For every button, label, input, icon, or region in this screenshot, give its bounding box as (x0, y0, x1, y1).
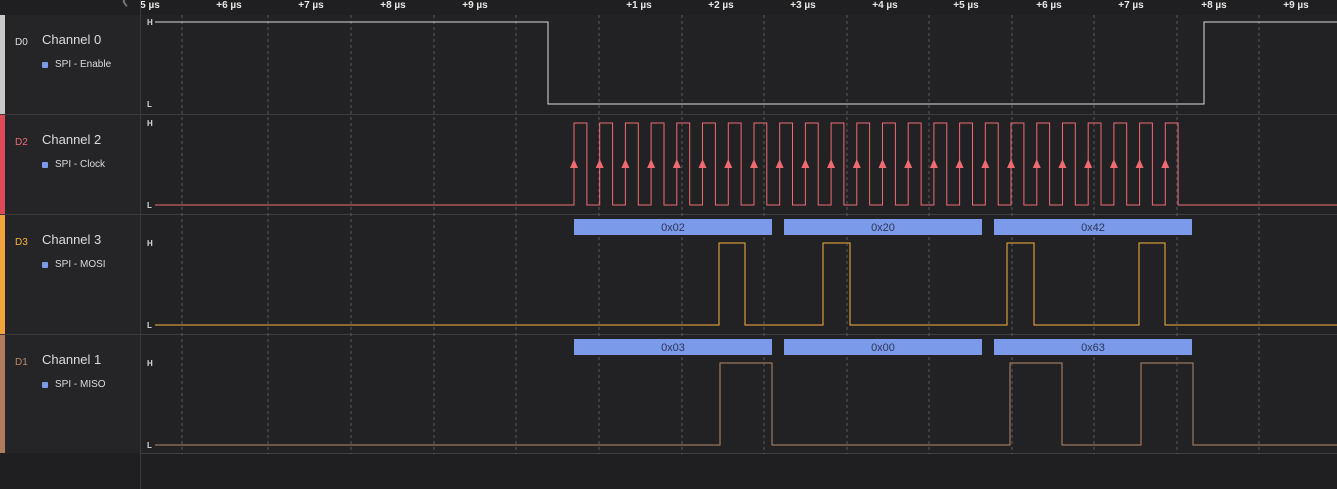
time-tick-label: +8 µs (1201, 0, 1227, 11)
time-ruler[interactable]: 5 µs +6 µs +7 µs +8 µs +9 µs +1 µs +2 µs +3 µs +… (140, 0, 1337, 15)
time-tick-label: 5 µs (140, 0, 160, 11)
channel-row-2[interactable]: D2 Channel 2 SPI - Clock (0, 115, 140, 215)
channel-color-stripe (0, 335, 5, 453)
time-tick-label: +3 µs (790, 0, 816, 11)
time-tick-label: +6 µs (216, 0, 242, 11)
row-bg-channel-0 (141, 15, 1337, 115)
row-bg-channel-2 (141, 115, 1337, 215)
channel-color-stripe (0, 15, 5, 114)
decoded-byte-label: 0x00 (871, 342, 895, 354)
decoded-byte-label: 0x03 (661, 342, 685, 354)
level-low-label: L (147, 441, 152, 450)
analyzer-name[interactable]: SPI - MISO (55, 379, 106, 390)
level-high-label: H (147, 359, 153, 368)
channel-id: D1 (15, 357, 28, 368)
level-low-label: L (147, 321, 152, 330)
analyzer-name[interactable]: SPI - Enable (55, 59, 111, 70)
decoded-byte-label: 0x02 (661, 222, 685, 234)
decoded-byte-label: 0x42 (1081, 222, 1105, 234)
channel-name[interactable]: Channel 0 (42, 32, 101, 47)
analyzer-color-icon (42, 62, 48, 68)
channel-color-stripe (0, 115, 5, 214)
channel-id: D3 (15, 237, 28, 248)
analyzer-color-icon (42, 262, 48, 268)
ruler-collapse-icon[interactable]: ❮ (121, 0, 129, 7)
analyzer-color-icon (42, 162, 48, 168)
channel-row-1[interactable]: D1 Channel 1 SPI - MISO (0, 335, 140, 454)
time-tick-label: +7 µs (298, 0, 324, 11)
time-tick-label: +4 µs (872, 0, 898, 11)
analyzer-color-icon (42, 382, 48, 388)
time-tick-label: +2 µs (708, 0, 734, 11)
channel-id: D2 (15, 137, 28, 148)
decoded-byte-label: 0x20 (871, 222, 895, 234)
level-high-label: H (147, 18, 153, 27)
level-low-label: L (147, 201, 152, 210)
waveform-area[interactable]: H L H L H L H L 0x02 0x20 0x42 0x03 0x00 0x63 (141, 15, 1337, 489)
time-tick-label: +5 µs (953, 0, 979, 11)
analyzer-name[interactable]: SPI - Clock (55, 159, 105, 170)
channel-label-panel: D0 Channel 0 SPI - Enable D2 Channel 2 S… (0, 15, 140, 489)
channel-row-0[interactable]: D0 Channel 0 SPI - Enable (0, 15, 140, 115)
decoded-byte-label: 0x63 (1081, 342, 1105, 354)
channel-row-3[interactable]: D3 Channel 3 SPI - MOSI (0, 215, 140, 335)
level-high-label: H (147, 119, 153, 128)
analyzer-name[interactable]: SPI - MOSI (55, 259, 106, 270)
time-tick-label: +9 µs (1283, 0, 1309, 11)
channel-name[interactable]: Channel 1 (42, 352, 101, 367)
channel-name[interactable]: Channel 2 (42, 132, 101, 147)
label-panel-empty-area (0, 453, 140, 489)
level-low-label: L (147, 100, 152, 109)
channel-name[interactable]: Channel 3 (42, 232, 101, 247)
time-tick-label: +9 µs (462, 0, 488, 11)
time-tick-label: +1 µs (626, 0, 652, 11)
time-tick-label: +8 µs (380, 0, 406, 11)
time-tick-label: +6 µs (1036, 0, 1062, 11)
channel-id: D0 (15, 37, 28, 48)
level-high-label: H (147, 239, 153, 248)
channel-color-stripe (0, 215, 5, 334)
time-tick-label: +7 µs (1118, 0, 1144, 11)
